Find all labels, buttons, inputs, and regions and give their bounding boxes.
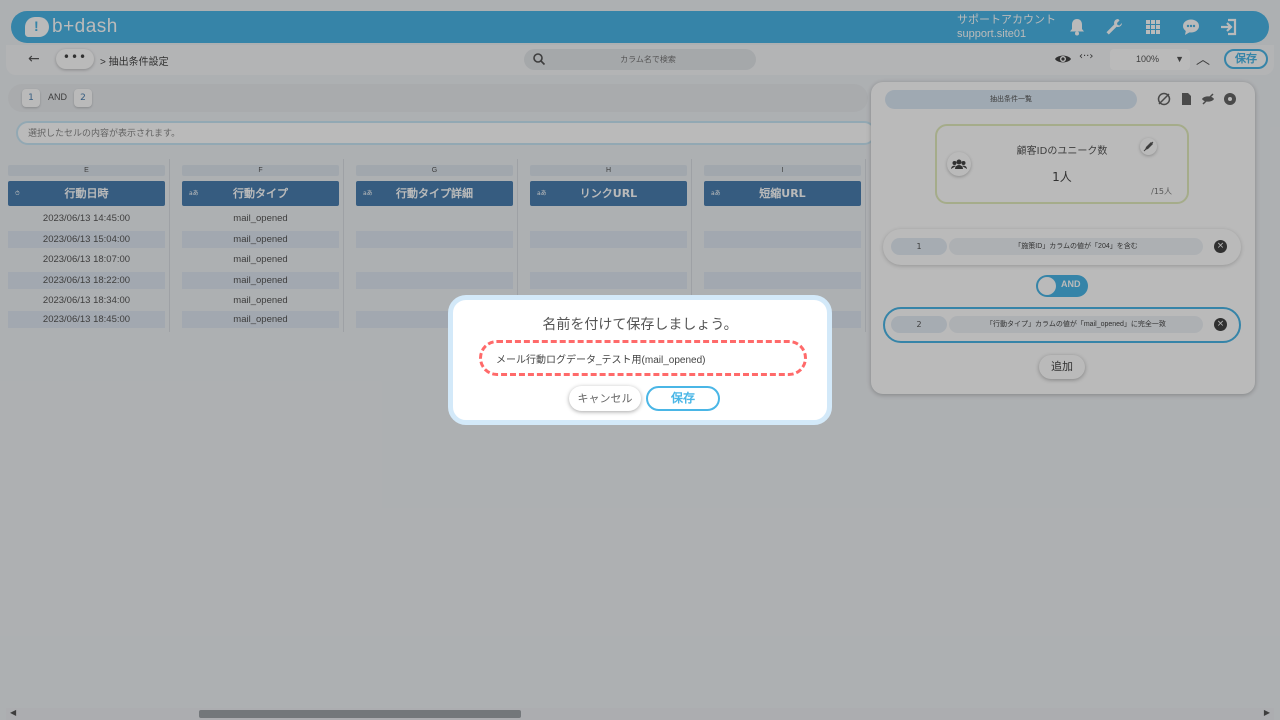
dialog-save-button[interactable]: 保存 — [646, 386, 720, 411]
save-name-dialog: 名前を付けて保存しましょう。 キャンセル 保存 — [448, 295, 832, 425]
dialog-title: 名前を付けて保存しましょう。 — [542, 317, 738, 333]
cancel-button[interactable]: キャンセル — [569, 386, 641, 411]
name-input[interactable] — [479, 340, 807, 376]
